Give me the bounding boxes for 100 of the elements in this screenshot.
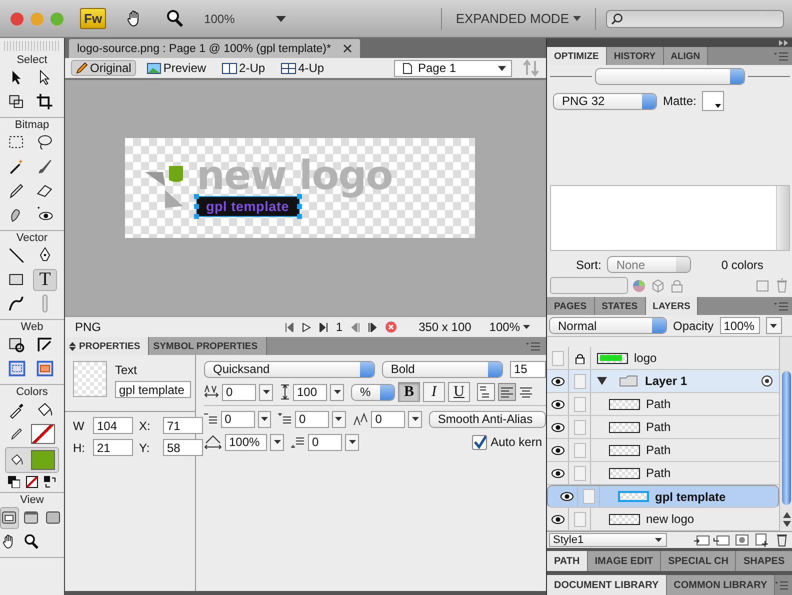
panel-tab[interactable]: DOCUMENT LIBRARY [547,575,667,595]
layer-row[interactable]: Path [547,439,779,462]
no-color-icon[interactable] [26,476,38,488]
eye-icon[interactable] [550,422,564,432]
anti-alias-dropdown[interactable]: Smooth Anti-Alias [428,410,546,428]
layer-row[interactable]: Layer 1 [547,370,779,393]
zoom-menu[interactable]: 100% [489,320,530,334]
panel-tab[interactable]: HISTORY [606,47,664,65]
baseline-shift-menu[interactable] [408,410,422,428]
text-orientation-icon[interactable] [477,383,495,401]
selected-text-object[interactable]: gpl template [196,196,300,217]
lock-toggle[interactable] [574,442,586,458]
play-icon[interactable] [302,322,311,332]
panel-menu-icon[interactable] [775,580,788,590]
horizontal-scale-menu[interactable] [270,434,284,450]
font-style-dropdown[interactable]: Bold [382,360,503,378]
underline-button[interactable]: U [448,382,470,402]
last-frame-icon[interactable] [318,322,328,332]
panel-tab[interactable]: ALIGN [664,47,708,65]
scroll-up-icon[interactable] [782,512,790,518]
layer-row[interactable]: Path [547,416,779,439]
mask-icon[interactable] [733,533,751,547]
panel-tab[interactable]: PROPERTIES [65,337,150,355]
lock-icon[interactable] [574,352,584,364]
color-field[interactable] [550,277,628,294]
font-dropdown[interactable]: Quicksand [204,360,375,378]
stroke-color-swatch[interactable] [31,424,55,444]
new-object-icon[interactable] [753,533,771,547]
align-left-icon[interactable] [498,383,516,401]
x-field[interactable]: 71 [163,417,203,434]
panel-tab[interactable]: SYMBOL PROPERTIES [149,337,267,355]
panel-tab[interactable]: SPECIAL CH [661,551,736,571]
lock-toggle[interactable] [574,512,586,526]
document-tab[interactable]: logo-source.png : Page 1 @ 100% (gpl template)* [69,39,360,58]
first-frame-icon[interactable] [284,322,294,332]
panel-tab[interactable]: OPTIMIZE [547,47,607,65]
opacity-field[interactable]: 100% [720,317,760,334]
layer-row[interactable]: Path [547,393,779,416]
indent-field[interactable]: 0 [220,410,255,428]
standard-screen-tool[interactable] [0,507,19,529]
width-field[interactable]: 104 [93,417,133,434]
panel-tab[interactable]: PAGES [547,297,595,315]
visibility-toggle[interactable] [552,350,564,366]
height-field[interactable]: 21 [93,439,133,456]
eye-icon[interactable] [550,514,564,524]
lock-toggle[interactable] [574,420,586,434]
view-tab[interactable]: Original [71,60,136,76]
eye-icon[interactable] [550,468,564,478]
zoom-level[interactable]: 100% [204,12,266,26]
new-sublayer-icon[interactable] [713,533,731,547]
kerning-field[interactable]: 0 [222,384,256,400]
panel-menu-icon[interactable] [774,302,788,310]
eye-icon[interactable] [560,492,574,501]
auto-kern-checkbox[interactable]: Auto kern [472,434,542,450]
kerning-menu[interactable] [259,384,273,400]
leading-unit-dropdown[interactable]: % [351,384,395,400]
next-frame-icon[interactable] [368,322,377,332]
panel-tab[interactable]: SHAPES [736,551,792,571]
layer-row[interactable]: new logo [547,508,779,531]
style-dropdown[interactable]: Style1 [549,533,667,547]
eye-icon[interactable] [550,446,564,454]
eye-icon[interactable] [550,400,564,408]
lock-toggle[interactable] [582,489,594,504]
lock-toggle[interactable] [574,466,586,480]
panel-tab[interactable]: COMMON LIBRARY [666,575,776,595]
scroll-down-icon[interactable] [782,521,790,527]
previous-frame-icon[interactable] [350,322,360,332]
panel-tab[interactable]: PATH [547,551,588,571]
space-before-menu[interactable] [332,410,346,428]
search-field[interactable] [606,10,784,28]
panel-menu-icon[interactable] [526,342,540,350]
indent-menu[interactable] [258,410,272,428]
close-icon[interactable] [342,44,352,53]
preset-dropdown[interactable] [595,68,745,85]
font-size-field[interactable]: 15 [510,360,546,378]
space-before-field[interactable]: 0 [294,410,329,428]
panel-tab[interactable]: STATES [594,297,646,315]
new-layer-icon[interactable] [693,533,711,547]
view-tab[interactable]: 2-Up [217,60,270,76]
stop-icon[interactable] [384,321,397,333]
panel-tab[interactable]: IMAGE EDIT [588,551,662,571]
scrollbar[interactable] [779,337,792,531]
object-name-field[interactable]: gpl template [115,381,191,398]
lock-toggle[interactable] [574,396,586,412]
export-format-dropdown[interactable]: PNG 32 [553,92,657,110]
y-field[interactable]: 58 [163,439,203,456]
panel-grip[interactable] [4,41,60,51]
default-colors-icon[interactable] [8,476,20,488]
fill-color-swatch[interactable] [31,450,55,470]
space-after-menu[interactable] [345,434,359,450]
space-after-field[interactable]: 0 [308,434,342,450]
eye-icon[interactable] [550,376,564,386]
baseline-shift-field[interactable]: 0 [371,410,406,428]
view-tab[interactable]: Preview [142,60,212,76]
leading-menu[interactable] [330,384,344,400]
color-wheel-icon[interactable] [631,278,647,294]
text-tool[interactable]: T [33,269,57,291]
expand-triangle-icon[interactable] [597,377,607,385]
swap-colors-icon[interactable] [44,476,56,488]
horizontal-scale-field[interactable]: 100% [225,434,267,450]
